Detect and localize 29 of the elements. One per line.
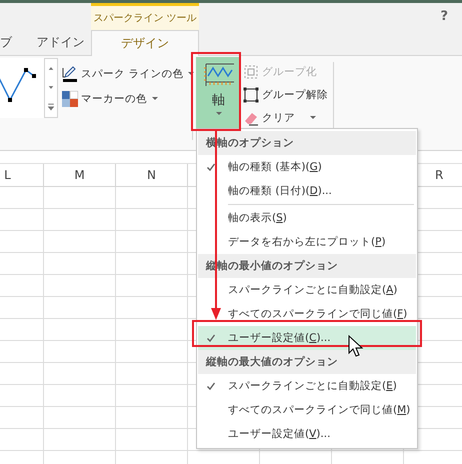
marker-color-icon bbox=[62, 90, 78, 106]
ribbon-tab[interactable]: ブ bbox=[0, 30, 30, 55]
axis-button[interactable]: 軸 bbox=[196, 57, 241, 129]
menu-item[interactable]: データを右から左にプロット(P) bbox=[198, 230, 416, 254]
mouse-cursor-icon bbox=[348, 334, 364, 357]
menu-item[interactable]: ユーザー設定値(C)... bbox=[198, 326, 416, 350]
color-command[interactable]: マーカーの色 bbox=[62, 89, 158, 108]
menu-item[interactable]: 軸の種類 (日付)(D)... bbox=[198, 179, 416, 203]
column-header[interactable]: L bbox=[0, 164, 44, 186]
menu-item[interactable]: 軸の種類 (基本)(G) bbox=[198, 155, 416, 179]
menu-item[interactable]: すべてのスパークラインで同じ値(M) bbox=[198, 398, 416, 422]
pencil-icon bbox=[62, 66, 78, 82]
ribbon-tab[interactable]: アドイン bbox=[30, 30, 91, 55]
group-icon bbox=[243, 64, 259, 80]
menu-section-heading: 縦軸の最大値のオプション bbox=[198, 350, 416, 374]
ungroup-icon bbox=[243, 86, 259, 102]
group-command[interactable]: グループ解除 bbox=[243, 85, 328, 104]
menu-item[interactable]: 軸の表示(S) bbox=[198, 206, 416, 230]
help-button[interactable]: ? bbox=[440, 9, 448, 24]
group-command[interactable]: クリア bbox=[243, 108, 316, 127]
ribbon-tab[interactable]: デザイン bbox=[91, 30, 199, 56]
column-header[interactable]: M bbox=[44, 164, 116, 186]
contextual-tab-group: スパークライン ツール bbox=[91, 3, 199, 30]
menu-item[interactable]: ユーザー設定値(V)... bbox=[198, 422, 416, 446]
menu-item[interactable]: スパークラインごとに自動設定(E) bbox=[198, 374, 416, 398]
menu-item[interactable]: すべてのスパークラインで同じ値(F) bbox=[198, 302, 416, 326]
sparkline-style-drawing[interactable] bbox=[0, 58, 44, 118]
menu-item[interactable]: スパークラインごとに自動設定(A) bbox=[198, 278, 416, 302]
column-header[interactable]: N bbox=[116, 164, 188, 186]
